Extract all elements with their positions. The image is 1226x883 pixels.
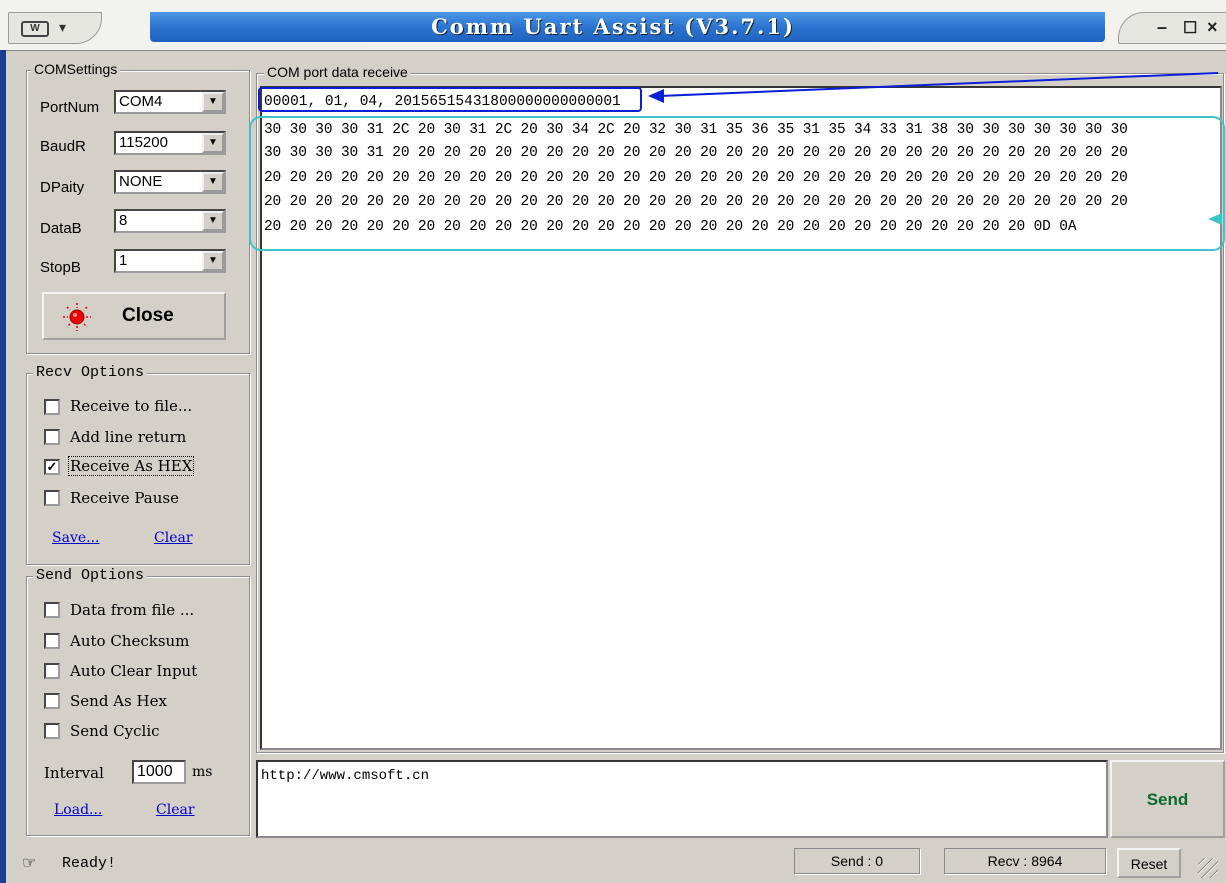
- status-text: Ready!: [62, 855, 117, 872]
- reset-button[interactable]: Reset: [1117, 848, 1181, 878]
- recv-counter: Recv : 8964: [944, 848, 1106, 874]
- send-input[interactable]: http://www.cmsoft.cn: [256, 760, 1108, 838]
- send-button-label: Send: [1146, 790, 1189, 809]
- send-button[interactable]: Send: [1110, 760, 1225, 838]
- resize-grip[interactable]: [1198, 858, 1218, 878]
- pointing-hand-icon: ☞: [22, 855, 37, 872]
- reset-button-label: Reset: [1130, 856, 1168, 872]
- send-counter: Send : 0: [794, 848, 920, 874]
- annotation-arrows: [648, 72, 1222, 225]
- send-input-text: http://www.cmsoft.cn: [261, 768, 430, 784]
